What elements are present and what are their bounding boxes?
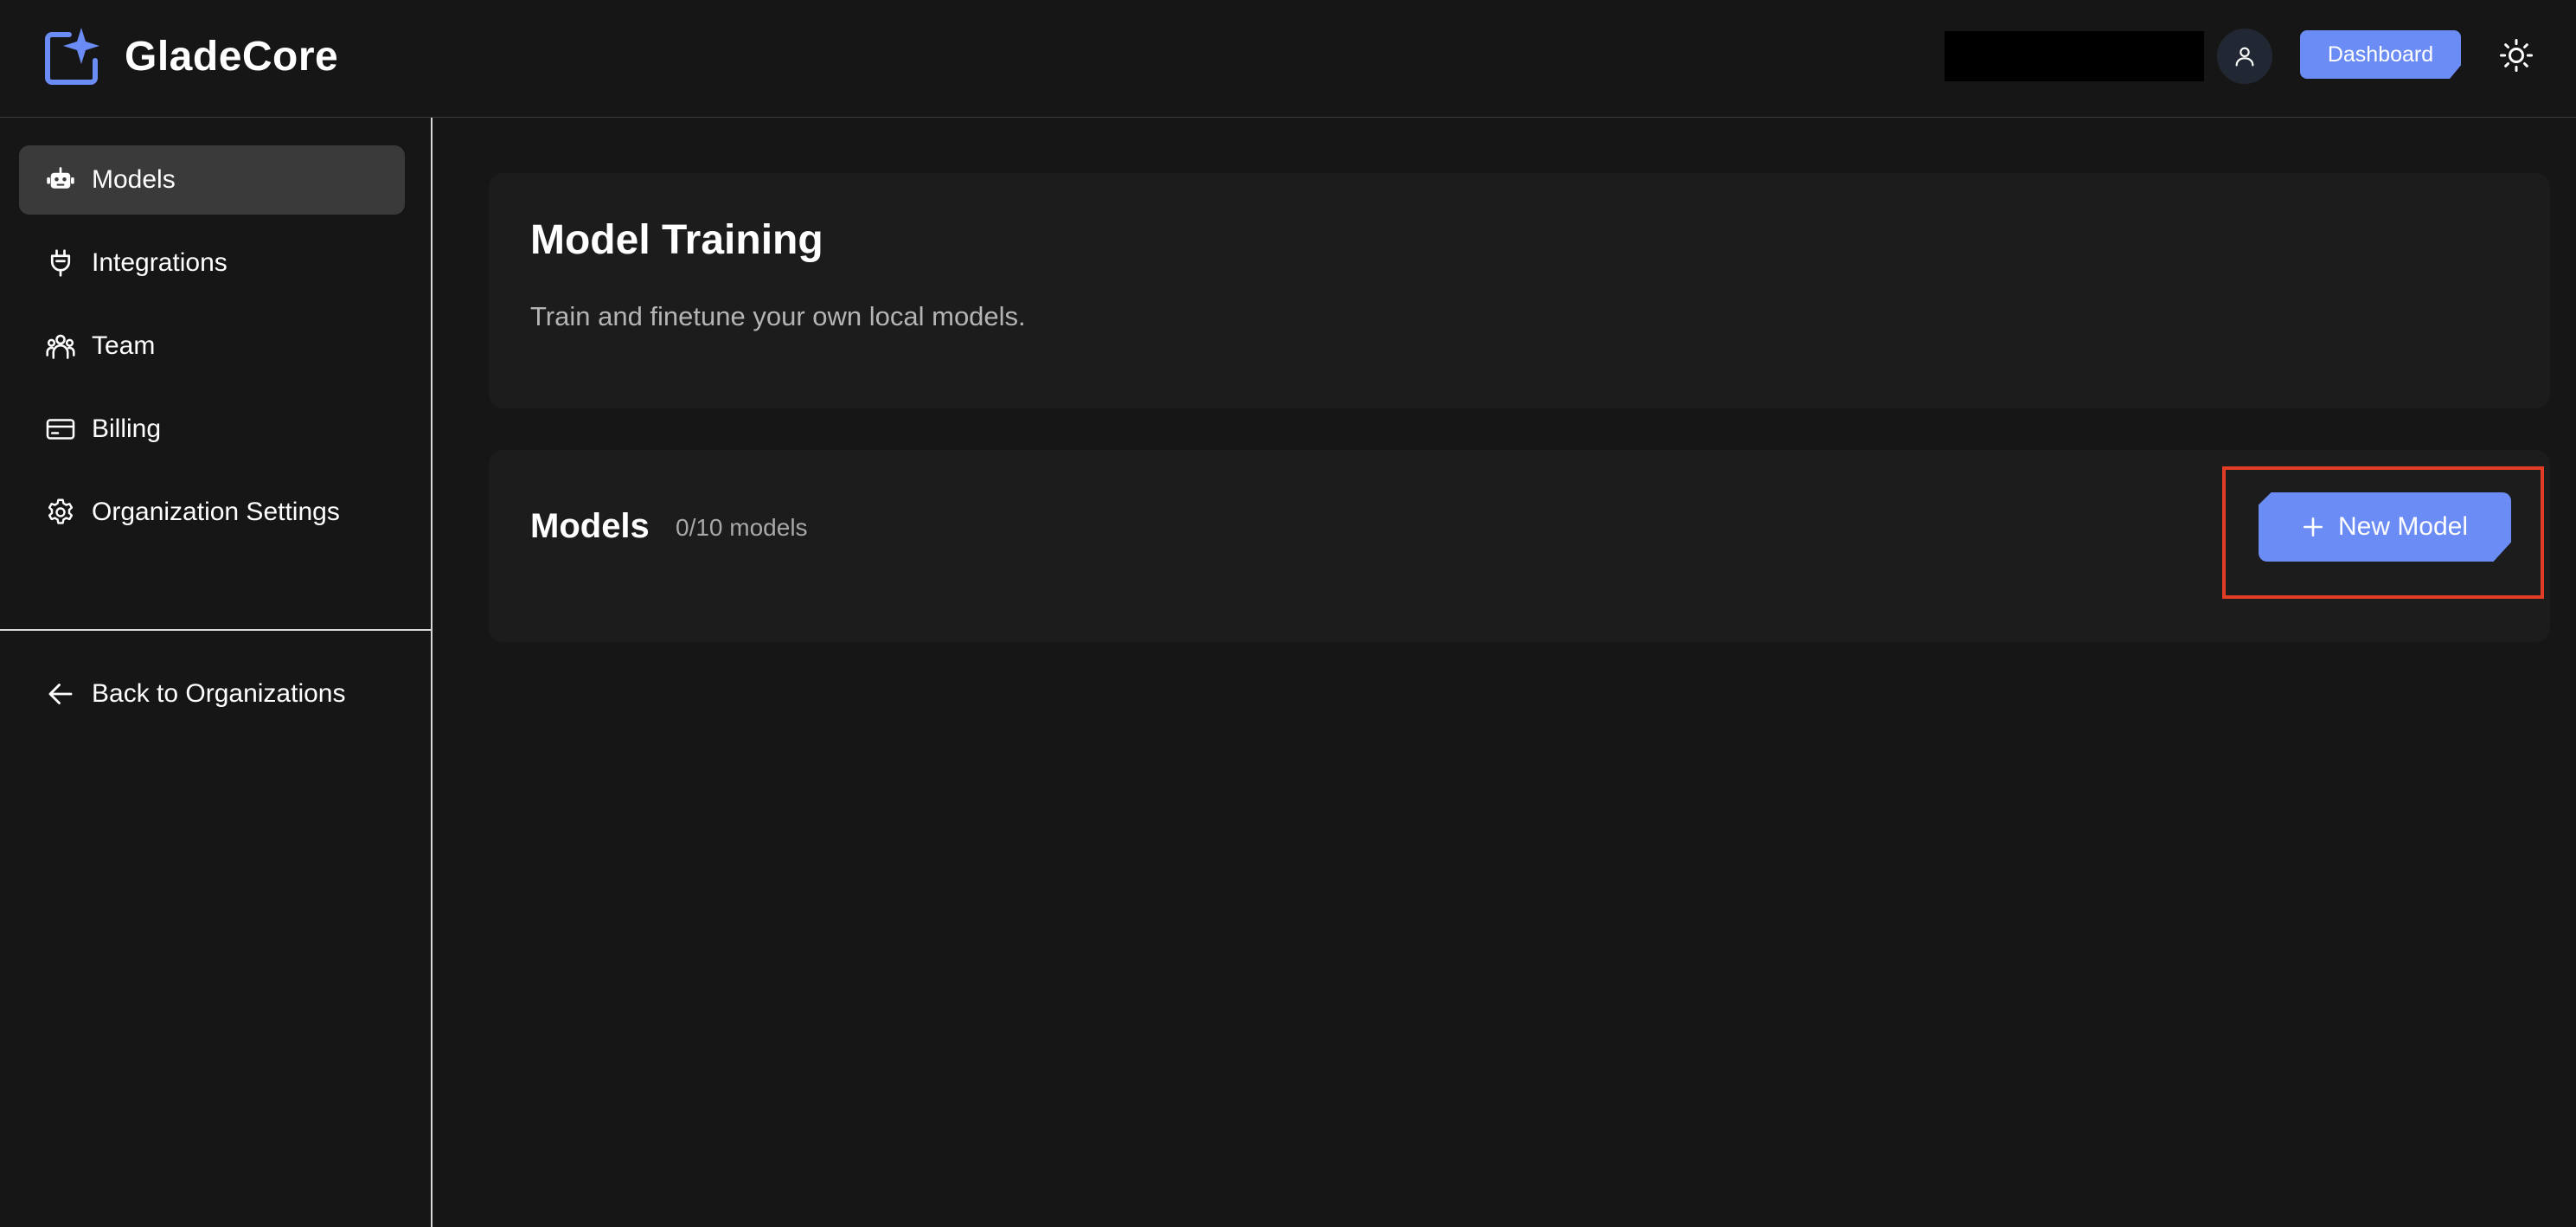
sidebar-item-label: Billing: [92, 414, 162, 443]
plus-icon: [2303, 517, 2323, 537]
sidebar-item-team[interactable]: Team: [19, 312, 405, 381]
sidebar-item-billing[interactable]: Billing: [19, 395, 405, 464]
models-section-title: Models: [530, 507, 650, 545]
model-training-card: Model Training Train and finetune your o…: [489, 173, 2550, 408]
top-bar: GladeCore Dashboard: [0, 0, 2576, 118]
sidebar-item-label: Organization Settings: [92, 498, 340, 526]
sidebar-item-integrations[interactable]: Integrations: [19, 228, 405, 298]
page-subtitle: Train and finetune your own local models…: [530, 301, 1026, 331]
back-to-organizations-link[interactable]: Back to Organizations: [19, 659, 405, 729]
team-icon: [46, 334, 75, 359]
app-name: GladeCore: [125, 33, 339, 80]
plug-icon: [50, 249, 71, 277]
redacted-field: [1945, 31, 2204, 81]
sidebar-item-organization-settings[interactable]: Organization Settings: [19, 478, 405, 547]
new-model-label: New Model: [2337, 512, 2469, 541]
arrow-left-icon: [48, 684, 73, 704]
sidebar: Models Integrations Team Billing Organiz…: [0, 118, 433, 1227]
robot-icon: [47, 167, 74, 189]
gear-icon: [48, 498, 74, 524]
new-model-button[interactable]: New Model: [2259, 492, 2511, 562]
brand[interactable]: GladeCore: [43, 26, 338, 87]
sidebar-item-label: Models: [92, 165, 176, 194]
models-count: 0/10 models: [676, 514, 808, 541]
dashboard-button[interactable]: Dashboard: [2300, 30, 2461, 79]
sidebar-divider: [0, 629, 433, 631]
theme-toggle-button[interactable]: [2496, 35, 2536, 75]
page-title: Model Training: [530, 217, 823, 263]
sun-icon: [2500, 39, 2533, 72]
sparkle-logo-icon: [45, 28, 99, 85]
credit-card-icon: [46, 419, 75, 440]
back-label: Back to Organizations: [92, 679, 346, 708]
avatar[interactable]: [2217, 29, 2272, 84]
sidebar-item-models[interactable]: Models: [19, 145, 405, 215]
sidebar-item-label: Integrations: [92, 248, 227, 277]
user-icon: [2235, 47, 2254, 67]
sidebar-item-label: Team: [92, 331, 156, 360]
